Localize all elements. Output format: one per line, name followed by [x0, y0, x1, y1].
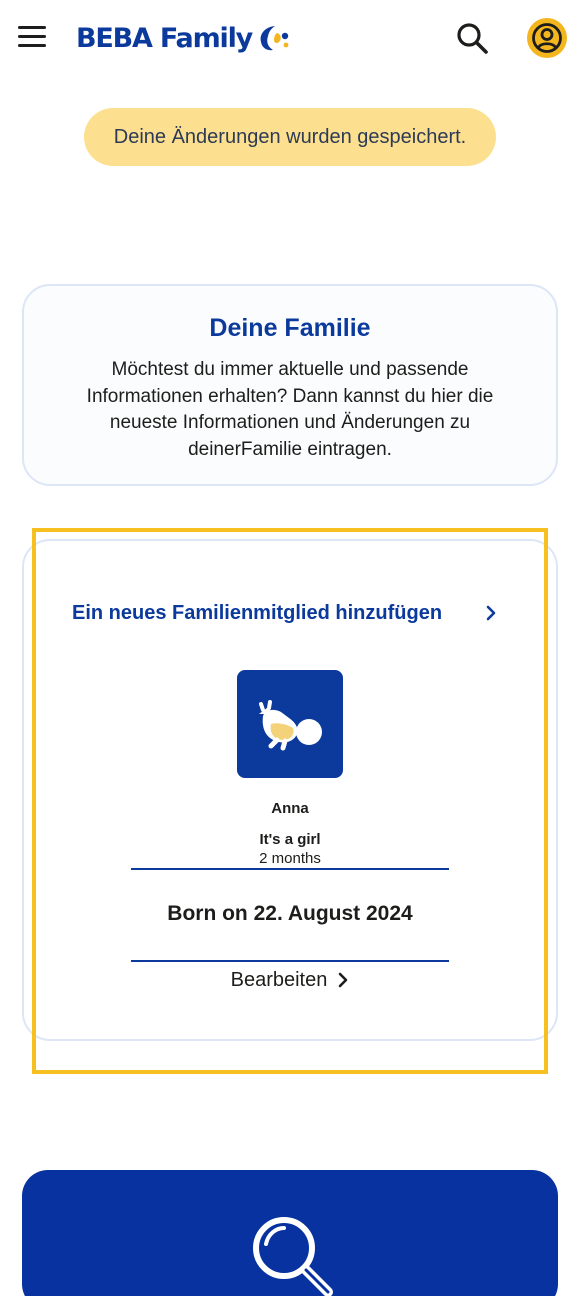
app-header: BEBA Family [0, 0, 580, 78]
hamburger-menu-icon[interactable] [18, 26, 46, 48]
search-icon[interactable] [454, 20, 490, 56]
family-info-description: Möchtest du immer aktuelle und passende … [86, 359, 494, 460]
divider [131, 960, 449, 962]
brand-logo[interactable]: BEBA Family [76, 18, 291, 58]
member-avatar-tile [237, 670, 343, 778]
brand-logo-mark-icon [260, 26, 289, 51]
baby-icon [259, 700, 322, 751]
chevron-right-icon [339, 972, 348, 988]
add-family-member-label: Ein neues Familienmitglied hinzufügen [72, 601, 443, 624]
divider [131, 868, 449, 870]
user-account-glyph [532, 23, 562, 53]
save-confirmation-toast: Deine Änderungen wurden gespeichert. [84, 108, 496, 166]
member-age: 2 months [259, 850, 321, 867]
family-info-card: Deine Familie Möchtest du immer aktuelle… [22, 284, 558, 486]
edit-member-label: Bearbeiten [230, 968, 328, 991]
member-birth-date: Born on 22. August 2024 [167, 902, 413, 925]
search-promo-card[interactable] [22, 1170, 558, 1296]
toast-message: Deine Änderungen wurden gespeichert. [113, 125, 467, 148]
brand-name: BEBA Family [76, 22, 253, 54]
member-gender-label: It's a girl [259, 831, 321, 848]
family-info-title: Deine Familie [209, 314, 371, 342]
member-name: Anna [271, 800, 309, 817]
magnifier-icon [253, 1217, 333, 1296]
edit-member-link[interactable]: Bearbeiten [200, 966, 380, 994]
user-account-icon[interactable] [527, 18, 567, 58]
chevron-right-icon [486, 605, 496, 621]
add-family-member-link[interactable]: Ein neues Familienmitglied hinzufügen [72, 600, 512, 626]
